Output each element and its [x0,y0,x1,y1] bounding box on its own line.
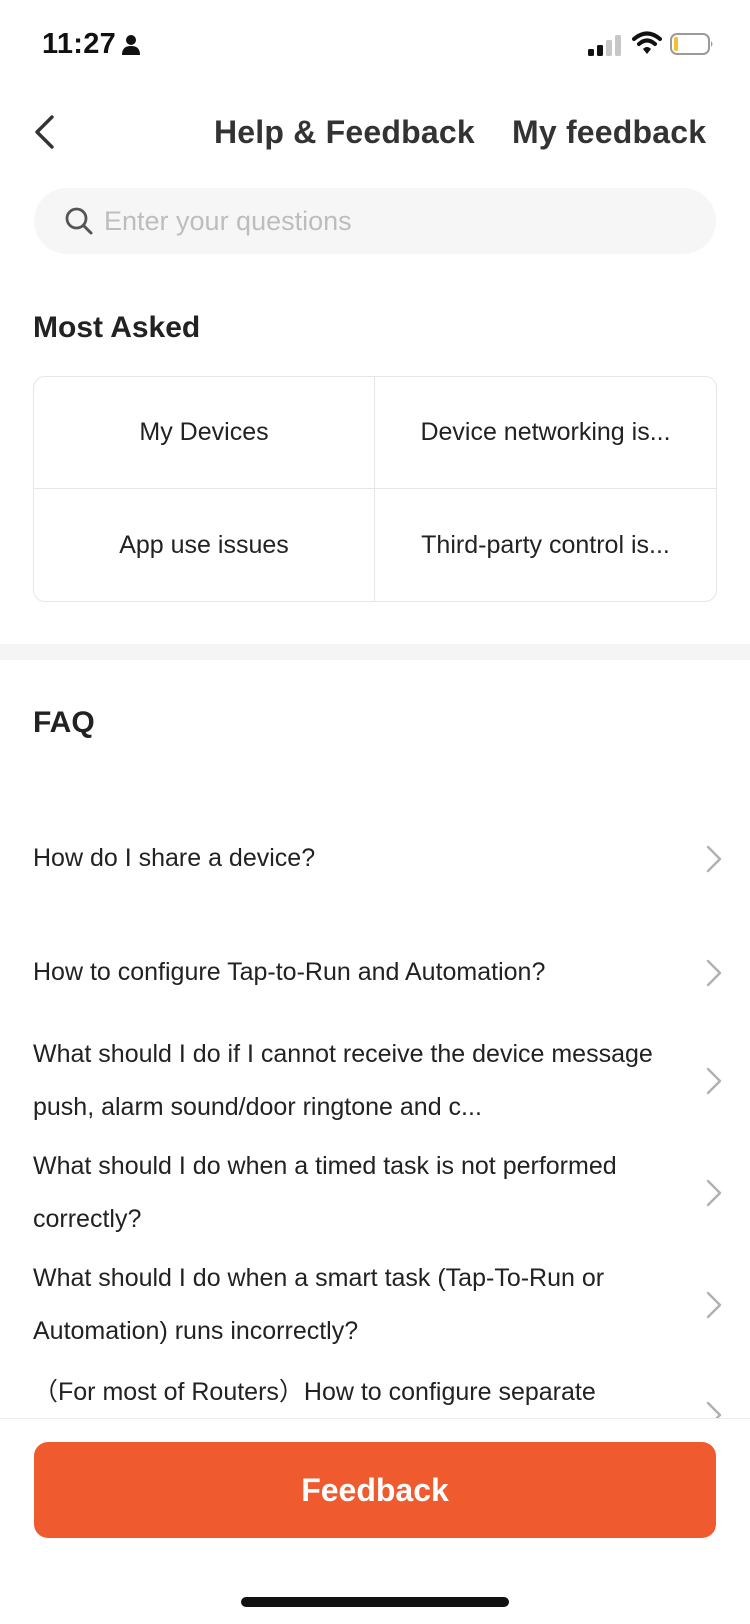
faq-list: How do I share a device? How to configur… [0,800,750,1418]
faq-item-text: How do I share a device? [33,844,316,872]
faq-item[interactable]: How to configure Tap-to-Run and Automati… [33,946,723,999]
faq-item[interactable]: How do I share a device? [33,832,723,885]
faq-item-text: How to configure Tap-to-Run and Automati… [33,958,546,986]
search-bar[interactable] [34,188,716,254]
chevron-right-icon [706,1067,722,1095]
most-asked-grid: My Devices Device networking is... App u… [33,376,717,602]
back-button[interactable] [24,110,64,154]
chevron-right-icon [706,1291,722,1319]
chevron-left-icon [35,115,54,149]
search-icon [65,207,93,235]
faq-item-text: What should I do when a timed task is no… [33,1152,617,1233]
section-divider [0,644,750,660]
most-asked-item-device-networking[interactable]: Device networking is... [375,377,716,489]
chevron-right-icon [706,959,722,986]
faq-item[interactable]: What should I do when a smart task (Tap-… [33,1252,723,1358]
nav-bar: Help & Feedback My feedback [0,96,750,168]
page-title: Help & Feedback [214,114,475,150]
faq-item[interactable]: What should I do when a timed task is no… [33,1140,723,1246]
most-asked-title: Most Asked [33,311,201,344]
wifi-icon [632,31,662,54]
feedback-button[interactable]: Feedback [34,1442,716,1538]
home-indicator [241,1597,509,1607]
person-icon [122,35,140,55]
most-asked-item-app-use-issues[interactable]: App use issues [34,489,375,601]
faq-item-text: What should I do if I cannot receive the… [33,1040,653,1121]
chevron-right-icon [706,1401,722,1418]
battery-icon [670,33,713,55]
faq-item[interactable]: （For most of Routers）How to configure se… [33,1366,723,1418]
search-input[interactable] [104,205,664,237]
faq-item-text: What should I do when a smart task (Tap-… [33,1264,605,1345]
most-asked-item-my-devices[interactable]: My Devices [34,377,375,489]
status-bar: 11:27 [0,0,750,88]
bottom-divider [0,1418,750,1419]
faq-title: FAQ [33,706,95,739]
chevron-right-icon [706,1179,722,1207]
my-feedback-link[interactable]: My feedback [512,114,706,151]
most-asked-item-third-party-control[interactable]: Third-party control is... [375,489,716,601]
status-time: 11:27 [42,28,117,60]
signal-icon [588,35,621,56]
chevron-right-icon [706,845,722,872]
faq-item[interactable]: What should I do if I cannot receive the… [33,1028,723,1134]
faq-item-text: （For most of Routers）How to configure se… [33,1378,596,1406]
